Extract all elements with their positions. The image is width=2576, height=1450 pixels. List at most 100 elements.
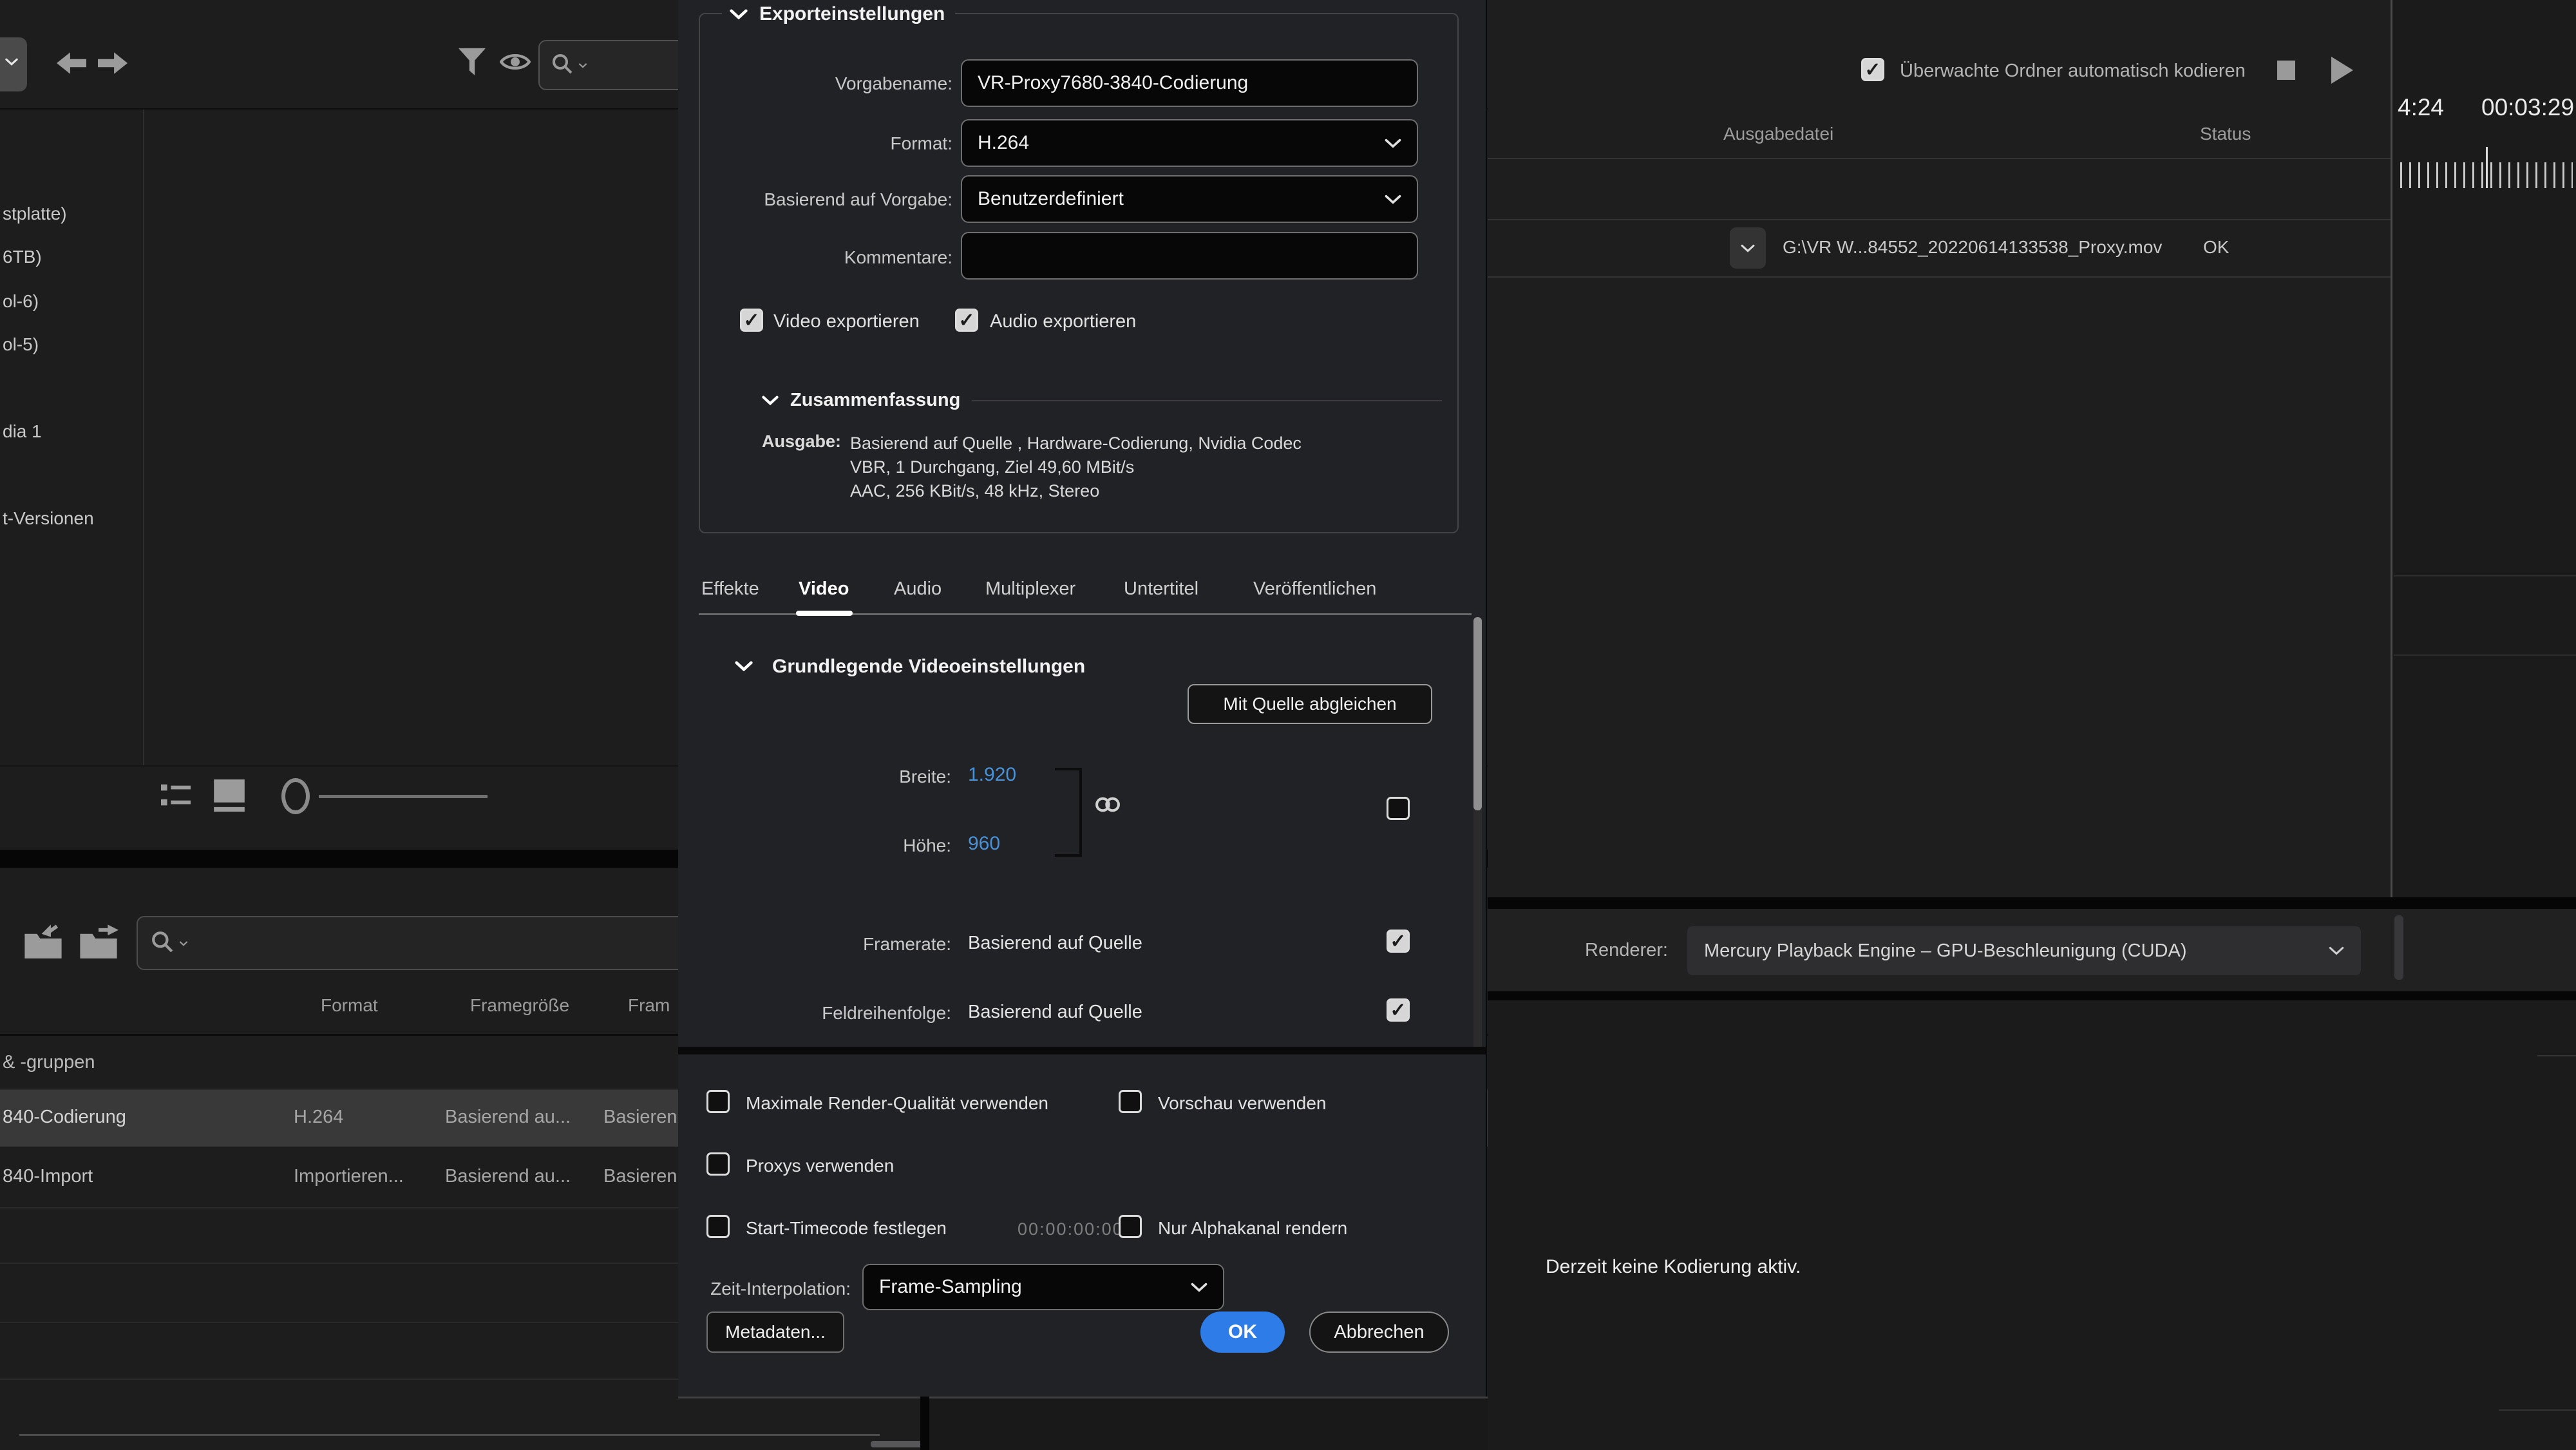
- based-on-preset-dropdown[interactable]: Benutzerdefiniert: [961, 175, 1418, 223]
- export-video-checkbox[interactable]: ✓: [740, 309, 763, 332]
- summary-line-bitrate: VBR, 1 Durchgang, Ziel 49,60 MBit/s: [850, 455, 1302, 479]
- tree-item-vol6[interactable]: ol-6): [3, 291, 39, 312]
- preset-format: H.264: [294, 1107, 343, 1128]
- row-divider: [0, 1263, 678, 1264]
- stop-icon[interactable]: [2277, 61, 2295, 80]
- timecode-duration: 00:03:29:: [2481, 94, 2576, 121]
- tab-untertitel[interactable]: Untertitel: [1124, 578, 1198, 600]
- play-icon[interactable]: [2331, 57, 2353, 84]
- tab-video[interactable]: Video: [799, 578, 849, 600]
- col-format[interactable]: Format: [321, 995, 378, 1016]
- preset-framerate: Basieren: [603, 1166, 677, 1187]
- alpha-only-checkbox[interactable]: [1119, 1215, 1142, 1238]
- queue-row[interactable]: G:\VR W...84552_20220614133538_Proxy.mov…: [1488, 220, 2391, 276]
- status-value: OK: [2203, 237, 2229, 258]
- col-status[interactable]: Status: [2200, 124, 2251, 144]
- queue-panel: ✓ Überwachte Ordner automatisch kodieren…: [1488, 0, 2391, 909]
- col-framerate[interactable]: Fram: [628, 995, 670, 1016]
- forward-arrow-icon[interactable]: [98, 50, 128, 79]
- h-scrollbar-track[interactable]: [19, 1434, 880, 1436]
- export-settings-header[interactable]: Exporteinstellungen: [722, 1, 955, 28]
- chevron-down-icon: [179, 940, 188, 946]
- summary-header[interactable]: Zusammenfassung: [762, 390, 1442, 411]
- start-timecode-value[interactable]: 00:00:00:00: [1018, 1219, 1124, 1239]
- tab-multiplexer[interactable]: Multiplexer: [985, 578, 1075, 600]
- preset-search-input[interactable]: [137, 916, 703, 970]
- watch-folders-checkbox[interactable]: ✓: [1861, 58, 1884, 81]
- timecode-current: 4:24: [2398, 94, 2444, 121]
- max-render-quality-checkbox[interactable]: [706, 1090, 730, 1113]
- start-timecode-checkbox[interactable]: [706, 1215, 730, 1238]
- use-proxies-checkbox[interactable]: [706, 1152, 730, 1176]
- tree-item-vol5[interactable]: ol-5): [3, 334, 39, 355]
- dialog-scrollbar-thumb[interactable]: [1473, 617, 1482, 810]
- zoom-slider-knob[interactable]: [281, 778, 310, 814]
- dimension-bracket: [1055, 768, 1082, 857]
- format-label: Format:: [777, 133, 952, 154]
- start-timecode-label: Start-Timecode festlegen: [746, 1218, 947, 1239]
- format-dropdown[interactable]: H.264: [961, 119, 1418, 167]
- zoom-slider-track[interactable]: [319, 795, 488, 798]
- h-scrollbar-thumb[interactable]: [871, 1441, 922, 1447]
- search-icon: [551, 53, 573, 78]
- framerate-checkbox[interactable]: ✓: [1387, 930, 1410, 953]
- preset-group-row[interactable]: & -gruppen: [3, 1052, 95, 1073]
- width-value[interactable]: 1.920: [968, 764, 1016, 786]
- summary-block: Ausgabe: Basierend auf Quelle , Hardware…: [762, 432, 1302, 503]
- use-previews-label: Vorschau verwenden: [1158, 1093, 1327, 1114]
- tree-item-versions[interactable]: t-Versionen: [3, 508, 94, 529]
- queue-preview-divider[interactable]: [2391, 0, 2392, 909]
- export-audio-checkbox[interactable]: ✓: [955, 309, 978, 332]
- filter-icon[interactable]: [459, 48, 486, 82]
- width-label: Breite:: [839, 767, 951, 787]
- thumbnail-view-icon[interactable]: [214, 779, 245, 815]
- renderer-scrollbar-stub: [2394, 915, 2403, 980]
- row-expand-button[interactable]: [1730, 227, 1766, 269]
- time-interpolation-dropdown[interactable]: Frame-Sampling: [862, 1264, 1224, 1310]
- tab-effekte[interactable]: Effekte: [701, 578, 759, 600]
- import-preset-icon[interactable]: [23, 924, 63, 965]
- renderer-dropdown[interactable]: Mercury Playback Engine – GPU-Beschleuni…: [1687, 926, 2361, 975]
- field-order-value[interactable]: Basierend auf Quelle: [968, 1002, 1142, 1023]
- preset-name: 840-Codierung: [3, 1107, 126, 1128]
- below-dialog-panel: [929, 1398, 1488, 1450]
- based-on-preset-value: Benutzerdefiniert: [978, 188, 1124, 210]
- chevron-down-icon: [1191, 1283, 1208, 1292]
- match-source-button[interactable]: Mit Quelle abgleichen: [1188, 684, 1432, 724]
- time-interpolation-label: Zeit-Interpolation:: [697, 1279, 851, 1299]
- dimension-checkbox[interactable]: [1387, 797, 1410, 820]
- row-divider: [0, 1207, 678, 1208]
- export-preset-icon[interactable]: [79, 924, 118, 965]
- tab-veroeffentlichen[interactable]: Veröffentlichen: [1253, 578, 1376, 600]
- tab-audio[interactable]: Audio: [894, 578, 942, 600]
- partial-dropdown-button[interactable]: [0, 37, 27, 91]
- row-divider: [0, 1322, 678, 1323]
- metadata-button[interactable]: Metadaten...: [706, 1312, 844, 1353]
- chevron-down-icon: [2329, 946, 2344, 955]
- export-settings-title: Exporteinstellungen: [759, 3, 945, 25]
- height-value[interactable]: 960: [968, 833, 1000, 855]
- field-order-checkbox[interactable]: ✓: [1387, 998, 1410, 1022]
- framerate-value[interactable]: Basierend auf Quelle: [968, 933, 1142, 954]
- search-icon: [151, 930, 174, 957]
- link-icon[interactable]: [1094, 796, 1122, 817]
- tree-item-volume[interactable]: 6TB): [3, 247, 42, 267]
- col-output-file[interactable]: Ausgabedatei: [1723, 124, 1833, 144]
- summary-line-audio: AAC, 256 KBit/s, 48 kHz, Stereo: [850, 479, 1302, 503]
- comments-input[interactable]: [961, 232, 1418, 280]
- list-view-icon[interactable]: [161, 781, 191, 814]
- ok-button[interactable]: OK: [1200, 1312, 1285, 1353]
- preset-name-input[interactable]: VR-Proxy7680-3840-Codierung: [961, 59, 1418, 107]
- use-previews-checkbox[interactable]: [1119, 1090, 1142, 1113]
- max-render-quality-label: Maximale Render-Qualität verwenden: [746, 1093, 1048, 1114]
- tree-item-media1[interactable]: dia 1: [3, 421, 42, 442]
- cancel-button[interactable]: Abbrechen: [1309, 1312, 1449, 1353]
- output-file-path: G:\VR W...84552_20220614133538_Proxy.mov: [1783, 237, 2162, 258]
- tree-item-disk[interactable]: stplatte): [3, 204, 67, 224]
- back-arrow-icon[interactable]: [57, 50, 86, 79]
- eye-icon[interactable]: [500, 52, 531, 75]
- based-on-preset-label: Basierend auf Vorgabe:: [752, 189, 952, 210]
- col-framesize[interactable]: Framegröße: [470, 995, 569, 1016]
- chevron-down-icon[interactable]: [735, 661, 753, 671]
- preset-format: Importieren...: [294, 1166, 404, 1187]
